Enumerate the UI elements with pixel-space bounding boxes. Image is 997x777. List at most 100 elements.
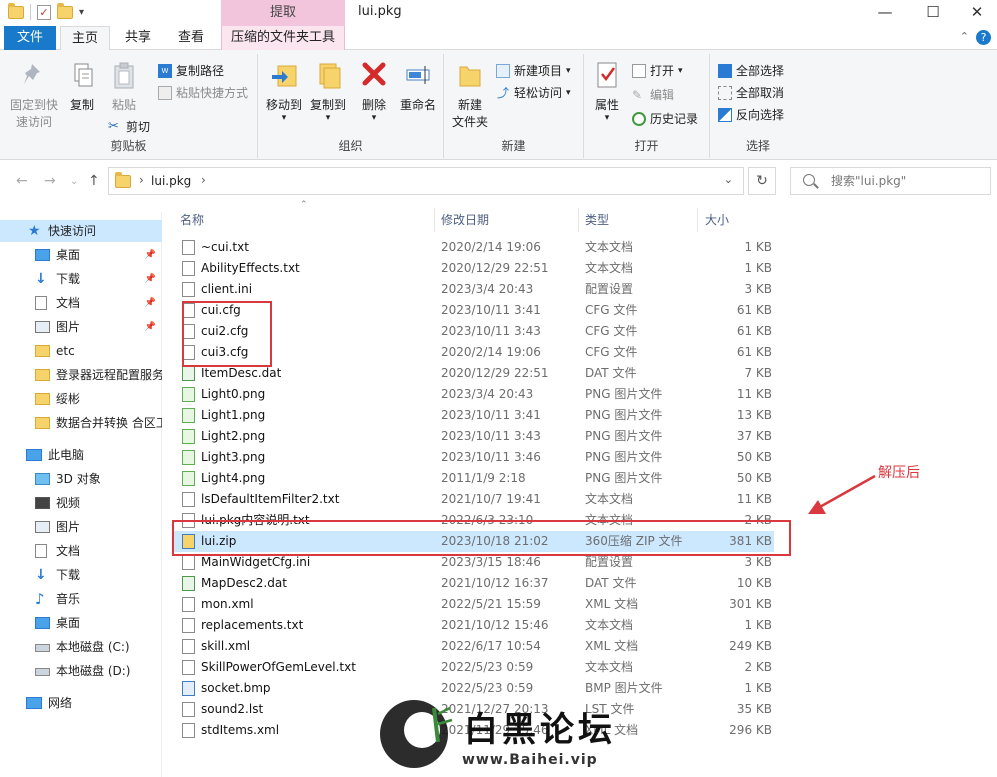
- file-row[interactable]: Light4.png 2011/1/9 2:18 PNG 图片文件 50 KB: [174, 468, 774, 489]
- nav-pinned-item[interactable]: ↓ 下载 📌: [0, 268, 162, 290]
- nav-quick-access-label: 快速访问: [48, 224, 97, 238]
- tab-file[interactable]: 文件: [4, 26, 56, 50]
- tab-view[interactable]: 查看: [166, 26, 216, 50]
- qat-dropdown-icon[interactable]: ▾: [79, 7, 84, 18]
- file-row[interactable]: ~cui.txt 2020/2/14 19:06 文本文档 1 KB: [174, 237, 774, 258]
- nav-this-pc-label: 此电脑: [48, 448, 85, 462]
- nav-pc-item[interactable]: ♪ 音乐: [0, 588, 162, 610]
- column-header-size[interactable]: 大小: [705, 208, 777, 232]
- move-to-button[interactable]: 移动到 ▾: [262, 60, 306, 123]
- pin-to-quick-access-button[interactable]: 固定到快 速访问: [6, 60, 62, 131]
- collapse-ribbon-icon[interactable]: ⌃: [960, 30, 969, 43]
- file-row[interactable]: MapDesc2.dat 2021/10/12 16:37 DAT 文件 10 KB: [174, 573, 774, 594]
- watermark-logo-icon: [380, 700, 453, 768]
- nav-recent-item[interactable]: etc: [0, 340, 162, 362]
- nav-pinned-item[interactable]: 图片 📌: [0, 316, 162, 338]
- column-header-name[interactable]: 名称: [180, 208, 435, 232]
- copy-to-icon: [319, 63, 341, 89]
- select-none-button[interactable]: 全部取消: [718, 84, 784, 101]
- properties-button[interactable]: 属性 ▾: [590, 60, 624, 123]
- cut-label: 剪切: [126, 120, 151, 134]
- select-all-button[interactable]: 全部选择: [718, 62, 784, 79]
- nav-recent-item[interactable]: 绥彬: [0, 388, 162, 410]
- forward-arrow-icon[interactable]: →: [44, 173, 56, 189]
- image-file-icon: [182, 408, 195, 423]
- file-row[interactable]: AbilityEffects.txt 2020/12/29 22:51 文本文档 1 …: [174, 258, 774, 279]
- nav-quick-access[interactable]: ★ 快速访问: [0, 220, 162, 242]
- folder-icon: [35, 417, 50, 429]
- nav-pc-item[interactable]: ↓ 下载: [0, 564, 162, 586]
- nav-pc-item[interactable]: 视频: [0, 492, 162, 514]
- history-button[interactable]: 历史记录: [632, 110, 698, 127]
- file-row[interactable]: lsDefaultItemFilter2.txt 2021/10/7 19:41 文…: [174, 489, 774, 510]
- easy-access-dropdown-icon: ▾: [566, 87, 571, 98]
- file-row[interactable]: client.ini 2023/3/4 20:43 配置设置 3 KB: [174, 279, 774, 300]
- up-arrow-icon[interactable]: ↑: [88, 173, 100, 189]
- tab-compressed-folder-tools[interactable]: 压缩的文件夹工具: [221, 26, 345, 50]
- nav-recent-item[interactable]: 登录器远程配置服务: [0, 364, 162, 386]
- search-input[interactable]: 搜索"lui.pkg": [790, 167, 991, 195]
- file-date: 2022/6/17 10:54: [441, 639, 541, 653]
- invert-selection-button[interactable]: 反向选择: [718, 106, 784, 123]
- nav-item-label: 绥彬: [56, 392, 81, 406]
- copy-to-button[interactable]: 复制到 ▾: [306, 60, 350, 123]
- copy-path-button[interactable]: W 复制路径: [158, 62, 224, 79]
- column-header-date[interactable]: 修改日期: [441, 208, 579, 232]
- file-row[interactable]: SkillPowerOfGemLevel.txt 2022/5/23 0:59 文本…: [174, 657, 774, 678]
- maximize-button[interactable]: ☐: [910, 0, 956, 26]
- file-row[interactable]: Light2.png 2023/10/11 3:43 PNG 图片文件 37 KB: [174, 426, 774, 447]
- copy-button[interactable]: 复制: [64, 60, 100, 114]
- ribbon-tabs: 文件 主页 共享 查看 压缩的文件夹工具 ⌃ ?: [0, 26, 997, 51]
- address-bar[interactable]: › lui.pkg › ⌄: [108, 167, 744, 195]
- nav-pc-item[interactable]: 桌面: [0, 612, 162, 634]
- refresh-button[interactable]: ↻: [748, 167, 776, 195]
- file-row[interactable]: Light1.png 2023/10/11 3:41 PNG 图片文件 13 KB: [174, 405, 774, 426]
- edit-button[interactable]: ✎ 编辑: [632, 86, 674, 103]
- column-header-type[interactable]: 类型: [585, 208, 698, 232]
- nav-pc-item[interactable]: 本地磁盘 (C:): [0, 636, 162, 658]
- new-item-button[interactable]: 新建项目 ▾: [496, 62, 571, 79]
- tab-share[interactable]: 共享: [114, 26, 162, 50]
- open-button[interactable]: 打开 ▾: [632, 62, 683, 79]
- recent-locations-icon[interactable]: ⌄: [70, 176, 78, 187]
- new-folder-button[interactable]: 新建 文件夹: [450, 60, 490, 131]
- open-dropdown-icon: ▾: [678, 65, 683, 76]
- nav-recent-item[interactable]: 数据合并转换 合区工: [0, 412, 162, 434]
- paste-button[interactable]: 粘贴: [106, 60, 142, 114]
- breadcrumb-chevron-icon-2[interactable]: ›: [201, 173, 206, 187]
- nav-pinned-item[interactable]: 桌面 📌: [0, 244, 162, 266]
- nav-network[interactable]: 网络: [0, 692, 162, 714]
- file-date: 2023/3/4 20:43: [441, 282, 534, 296]
- nav-pc-item[interactable]: 本地磁盘 (D:): [0, 660, 162, 682]
- new-folder-icon[interactable]: [57, 2, 73, 19]
- nav-pinned-item[interactable]: 文档 📌: [0, 292, 162, 314]
- nav-pc-item[interactable]: 图片: [0, 516, 162, 538]
- file-row[interactable]: replacements.txt 2021/10/12 15:46 文本文档 1 KB: [174, 615, 774, 636]
- document-file-icon: [182, 261, 195, 276]
- file-row[interactable]: mon.xml 2022/5/21 15:59 XML 文档 301 KB: [174, 594, 774, 615]
- rename-button[interactable]: 重命名: [396, 60, 440, 114]
- nav-this-pc[interactable]: 此电脑: [0, 444, 162, 466]
- file-row[interactable]: Light3.png 2023/10/11 3:46 PNG 图片文件 50 KB: [174, 447, 774, 468]
- annotation-label: 解压后: [878, 465, 920, 481]
- properties-check-icon[interactable]: ✓: [37, 4, 51, 20]
- file-type: DAT 文件: [585, 366, 637, 380]
- help-icon[interactable]: ?: [976, 30, 991, 45]
- tab-home[interactable]: 主页: [60, 26, 110, 51]
- delete-button[interactable]: 删除 ▾: [356, 60, 392, 123]
- minimize-button[interactable]: —: [862, 0, 908, 26]
- back-arrow-icon[interactable]: ←: [16, 173, 28, 189]
- file-row[interactable]: skill.xml 2022/6/17 10:54 XML 文档 249 KB: [174, 636, 774, 657]
- nav-pc-item[interactable]: 3D 对象: [0, 468, 162, 490]
- address-dropdown-icon[interactable]: ⌄: [724, 173, 733, 186]
- file-row[interactable]: Light0.png 2023/3/4 20:43 PNG 图片文件 11 KB: [174, 384, 774, 405]
- watermark: 白黑论坛 www.Baihei.vip: [372, 690, 672, 777]
- pin-icon: 📌: [144, 298, 156, 308]
- nav-pc-item[interactable]: 文档: [0, 540, 162, 562]
- breadcrumb-path[interactable]: lui.pkg: [151, 174, 191, 188]
- folder-icon[interactable]: [8, 2, 24, 19]
- close-button[interactable]: ✕: [954, 0, 997, 26]
- cut-button[interactable]: ✂ 剪切: [108, 118, 150, 135]
- paste-shortcut-button[interactable]: 粘贴快捷方式: [158, 84, 248, 101]
- easy-access-button[interactable]: ⤴ 轻松访问 ▾: [496, 84, 571, 101]
